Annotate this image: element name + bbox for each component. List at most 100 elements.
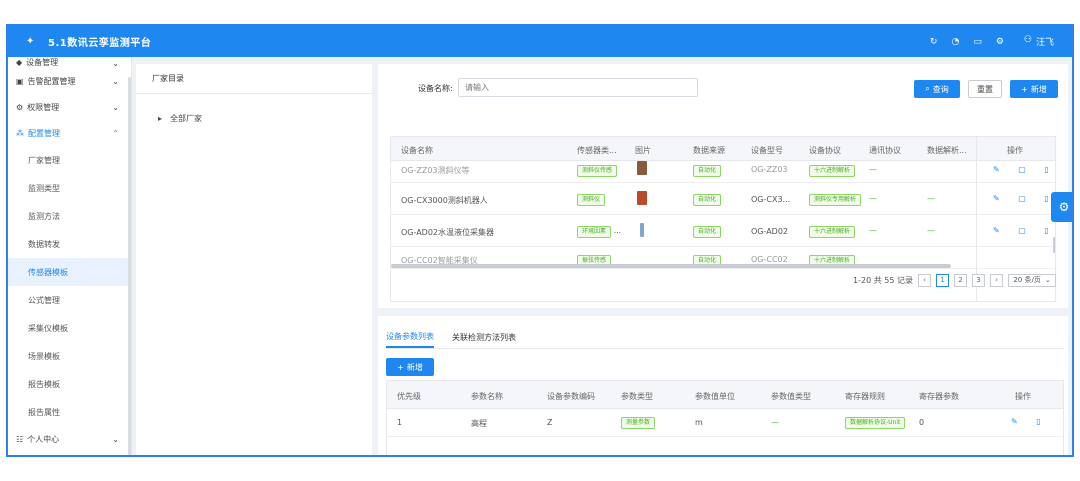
plus-icon: +: [1021, 84, 1028, 94]
register-rule-tag: 数据解析协议-Unit: [845, 417, 906, 429]
table-row[interactable]: OG-AD02水温液位采集器 环境因素 ... 自动化 OG-AD02 十六进制…: [391, 215, 1055, 247]
table-header: 设备名称 传感器类... 图片 数据来源 设备型号 设备协议 通讯协议 数据解析…: [391, 137, 1055, 161]
bell-icon[interactable]: ◔: [951, 37, 959, 47]
column-header: 设备协议: [809, 146, 841, 155]
sidebar-item-scene-template[interactable]: 场景模板: [8, 342, 131, 370]
device-model: OG-CC02: [751, 255, 788, 264]
column-header: 参数值单位: [695, 392, 735, 401]
sidebar-group-permission[interactable]: ⚙ 权限管理 ⌄: [8, 94, 131, 120]
app-title: 5.1数讯云孪监测平台: [48, 38, 152, 49]
app-window: ✦ 5.1数讯云孪监测平台 ↻ ◔ ▭ ⚙ ⚇ 汪飞 ◆ 设备管理 ⌄ ▣ 告警配置…: [6, 24, 1074, 457]
column-header: 优先级: [397, 392, 421, 401]
tab-device-params[interactable]: 设备参数列表: [386, 326, 434, 348]
search-row: 设备名称: ⌕查询 重置 +新增: [378, 78, 1068, 98]
table-row[interactable]: OG-CX3000测斜机器人 测斜仪 自动化 OG-CX3... 测斜仪专用解析…: [391, 183, 1055, 215]
next-page-button[interactable]: ›: [990, 273, 1003, 287]
alarm-config-icon: ▣: [16, 76, 24, 86]
plus-icon: +: [397, 362, 404, 372]
column-header: 设备型号: [751, 146, 783, 155]
page-button[interactable]: 1: [936, 273, 949, 287]
device-model: OG-AD02: [751, 227, 789, 236]
table-row[interactable]: 1 高程 Z 测量参数 m — 数据解析协议-Unit 0 ✎ ▯: [387, 409, 1063, 437]
message-icon[interactable]: ▭: [973, 37, 982, 47]
device-name-input[interactable]: [458, 78, 698, 97]
reset-button-label: 重置: [977, 84, 993, 94]
column-header: 参数值类型: [771, 392, 811, 401]
sidebar: ◆ 设备管理 ⌄ ▣ 告警配置管理 ⌄ ⚙ 权限管理 ⌄ ⁂ 配置管理 ⌃ 厂家管理 监…: [8, 57, 132, 455]
permission-icon: ⚙: [16, 102, 24, 112]
device-model: OG-CX3...: [751, 195, 791, 204]
user-name: 汪飞: [1035, 38, 1054, 48]
sidebar-group-device[interactable]: ◆ 设备管理 ⌄: [8, 57, 131, 68]
device-list-card: 设备名称: ⌕查询 重置 +新增 设备名称 传感器类... 图片 数据来源 设备…: [378, 64, 1068, 308]
tab-related-methods[interactable]: 关联检测方法列表: [452, 326, 516, 348]
column-header: 操作: [1015, 392, 1031, 401]
sidebar-group-label: 告警配置管理: [27, 76, 76, 86]
sidebar-item-data-forward[interactable]: 数据转发: [8, 230, 131, 258]
prev-page-button[interactable]: ‹: [918, 273, 931, 287]
settings-fab[interactable]: ⚙: [1051, 192, 1072, 222]
sidebar-group-label: 设备管理: [26, 58, 59, 67]
refresh-icon[interactable]: ↻: [930, 37, 938, 47]
sidebar-group-alarm[interactable]: ▣ 告警配置管理 ⌄: [8, 68, 131, 94]
device-image: [640, 223, 644, 237]
sensor-type-tag: 测斜仪: [577, 194, 606, 206]
vendor-panel-title: 厂家目录: [136, 64, 372, 94]
tree-node-label: 全部厂家: [170, 113, 203, 123]
param-value-type: —: [771, 418, 779, 427]
page-size-select[interactable]: 20 条/页 ⌄: [1008, 273, 1056, 287]
column-header: 传感器类...: [577, 146, 617, 155]
sidebar-group-config[interactable]: ⁂ 配置管理 ⌃: [8, 120, 131, 146]
logo-icon: ✦: [26, 36, 35, 47]
parse-protocol: —: [927, 194, 935, 203]
search-icon: ⌕: [925, 84, 930, 93]
sidebar-item-formula[interactable]: 公式管理: [8, 286, 131, 314]
add-device-button[interactable]: + 新增: [1010, 80, 1058, 98]
comm-protocol: —: [869, 226, 877, 235]
add-param-button[interactable]: + 新增: [386, 358, 434, 376]
sidebar-item-collector-template[interactable]: 采集仪模板: [8, 314, 131, 342]
param-code: Z: [547, 418, 553, 427]
sidebar-item-vendor[interactable]: 厂家管理: [8, 146, 131, 174]
pagination: 1-20 共 55 记录 ‹ 1 2 3 › 20 条/页 ⌄: [390, 270, 1056, 290]
horizontal-scrollbar[interactable]: [391, 264, 951, 268]
sidebar-group-label: 配置管理: [28, 128, 60, 138]
top-bar: ✦ 5.1数讯云孪监测平台 ↻ ◔ ▭ ⚙ ⚇ 汪飞: [8, 26, 1072, 57]
column-header: 图片: [635, 146, 651, 155]
page-button[interactable]: 2: [954, 273, 967, 287]
sidebar-item-report-template[interactable]: 报告模板: [8, 370, 131, 398]
sidebar-item-report-attr[interactable]: 报告属性: [8, 398, 131, 426]
protocol-tag: 十六进制解析: [809, 226, 856, 238]
sidebar-item-monitor-type[interactable]: 监测类型: [8, 174, 131, 202]
user-icon: ⚇: [1023, 35, 1032, 45]
settings-icon[interactable]: ⚙: [996, 37, 1004, 47]
column-header: 数据解析...: [927, 146, 967, 155]
row-actions[interactable]: ✎ ▯: [1011, 417, 1049, 426]
device-image: [637, 161, 647, 175]
sidebar-group-label: 个人中心: [27, 434, 60, 444]
column-header: 设备参数编码: [547, 392, 595, 401]
chevron-down-icon: ⌄: [112, 59, 119, 68]
sensor-type-more: ...: [613, 226, 622, 235]
device-name: OG-CX3000测斜机器人: [401, 196, 488, 205]
device-model: OG-ZZ03: [751, 165, 788, 174]
sidebar-scrollbar[interactable]: [128, 77, 131, 455]
page-button[interactable]: 3: [972, 273, 985, 287]
column-header: 参数名称: [471, 392, 503, 401]
table-row[interactable]: OG-ZZ03测斜仪等 测斜仪传感 自动化 OG-ZZ03 十六进制解析 — ✎…: [391, 161, 1055, 183]
sidebar-group-personal[interactable]: ☷ 个人中心 ⌄: [8, 426, 131, 452]
tree-node-all-vendors[interactable]: ▸ 全部厂家: [136, 106, 372, 130]
source-tag: 自动化: [693, 165, 722, 177]
column-header: 通讯协议: [869, 146, 901, 155]
personal-center-icon: ☷: [16, 434, 24, 444]
user-menu[interactable]: ⚇ 汪飞: [1024, 35, 1054, 48]
parse-protocol: —: [927, 226, 935, 235]
query-button[interactable]: ⌕ 查询: [914, 80, 960, 98]
source-tag: 自动化: [693, 194, 722, 206]
sidebar-item-sensor-template[interactable]: 传感器模板: [8, 258, 131, 286]
vertical-scrollbar[interactable]: [1053, 237, 1055, 253]
pagination-summary: 1-20 共 55 记录: [853, 275, 913, 285]
page-size-value: 20 条/页: [1013, 276, 1041, 284]
reset-button[interactable]: 重置: [968, 80, 1002, 98]
sidebar-item-monitor-method[interactable]: 监测方法: [8, 202, 131, 230]
